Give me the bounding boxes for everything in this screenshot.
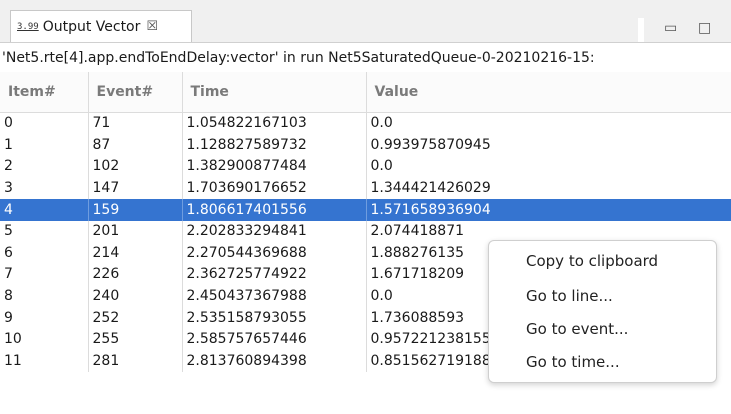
- cell-time: 1.054822167103: [182, 112, 367, 135]
- table-row[interactable]: 0 71 1.054822167103 0.0: [0, 112, 731, 135]
- table-row[interactable]: 3 147 1.703690176652 1.344421426029: [0, 177, 731, 200]
- cell-event: 281: [88, 350, 183, 373]
- cell-event: 226: [88, 264, 183, 286]
- cell-event: 71: [88, 112, 183, 135]
- cell-event: 240: [88, 285, 183, 308]
- menu-item-go-to-event[interactable]: Go to event...: [526, 320, 628, 338]
- menu-item-go-to-line[interactable]: Go to line...: [526, 287, 613, 305]
- cell-event: 159: [88, 199, 183, 221]
- cell-value: 1.571658936904: [366, 199, 731, 221]
- output-vector-icon: 3.99: [17, 21, 39, 32]
- cell-time: 2.270544369688: [182, 242, 367, 265]
- column-header-time[interactable]: Time: [182, 72, 367, 113]
- vector-description: 'Net5.rte[4].app.endToEndDelay:vector' i…: [0, 42, 731, 72]
- cell-time: 1.703690176652: [182, 177, 367, 200]
- column-header-value[interactable]: Value: [366, 72, 731, 113]
- table-header-row: Item# Event# Time Value: [0, 72, 731, 113]
- cell-event: 214: [88, 242, 183, 265]
- cell-item: 3: [0, 177, 89, 200]
- cell-value: 0.0: [366, 156, 731, 178]
- cell-item: 8: [0, 285, 89, 308]
- cell-value: 0.0: [366, 112, 731, 135]
- view-tab-bar: 3.99 Output Vector ☒ ▭ □: [0, 0, 731, 42]
- cell-value: 1.344421426029: [366, 177, 731, 200]
- cell-time: 2.362725774922: [182, 264, 367, 286]
- cell-time: 2.202833294841: [182, 220, 367, 243]
- table-row[interactable]: 4 159 1.806617401556 1.571658936904: [0, 199, 731, 221]
- cell-event: 201: [88, 220, 183, 243]
- cell-item: 11: [0, 350, 89, 373]
- cell-time: 1.806617401556: [182, 199, 367, 221]
- cell-time: 2.450437367988: [182, 285, 367, 308]
- context-menu: Copy to clipboard Go to line... Go to ev…: [488, 240, 717, 383]
- table-row[interactable]: 2 102 1.382900877484 0.0: [0, 156, 731, 178]
- tab-bar-separator: [638, 18, 644, 42]
- cell-time: 1.128827589732: [182, 134, 367, 157]
- cell-item: 9: [0, 307, 89, 329]
- tab-label: Output Vector: [42, 18, 141, 35]
- cell-item: 2: [0, 156, 89, 178]
- cell-event: 102: [88, 156, 183, 178]
- column-header-event[interactable]: Event#: [88, 72, 183, 113]
- cell-item: 10: [0, 328, 89, 351]
- cell-item: 5: [0, 220, 89, 243]
- table-row[interactable]: 1 87 1.128827589732 0.993975870945: [0, 134, 731, 157]
- menu-item-copy-to-clipboard[interactable]: Copy to clipboard: [526, 252, 658, 270]
- cell-event: 147: [88, 177, 183, 200]
- cell-event: 255: [88, 328, 183, 351]
- close-icon[interactable]: ☒: [146, 19, 158, 34]
- cell-item: 7: [0, 264, 89, 286]
- cell-item: 1: [0, 134, 89, 157]
- minimize-icon[interactable]: ▭: [664, 20, 677, 36]
- cell-time: 2.813760894398: [182, 350, 367, 373]
- cell-event: 87: [88, 134, 183, 157]
- cell-item: 0: [0, 112, 89, 135]
- tab-output-vector[interactable]: 3.99 Output Vector ☒: [10, 10, 192, 42]
- column-header-item[interactable]: Item#: [0, 72, 89, 113]
- cell-value: 0.993975870945: [366, 134, 731, 157]
- cell-item: 6: [0, 242, 89, 265]
- cell-item: 4: [0, 199, 89, 221]
- cell-time: 2.535158793055: [182, 307, 367, 329]
- menu-item-go-to-time[interactable]: Go to time...: [526, 353, 620, 371]
- cell-event: 252: [88, 307, 183, 329]
- maximize-icon[interactable]: □: [698, 20, 711, 36]
- cell-time: 2.585757657446: [182, 328, 367, 351]
- cell-time: 1.382900877484: [182, 156, 367, 178]
